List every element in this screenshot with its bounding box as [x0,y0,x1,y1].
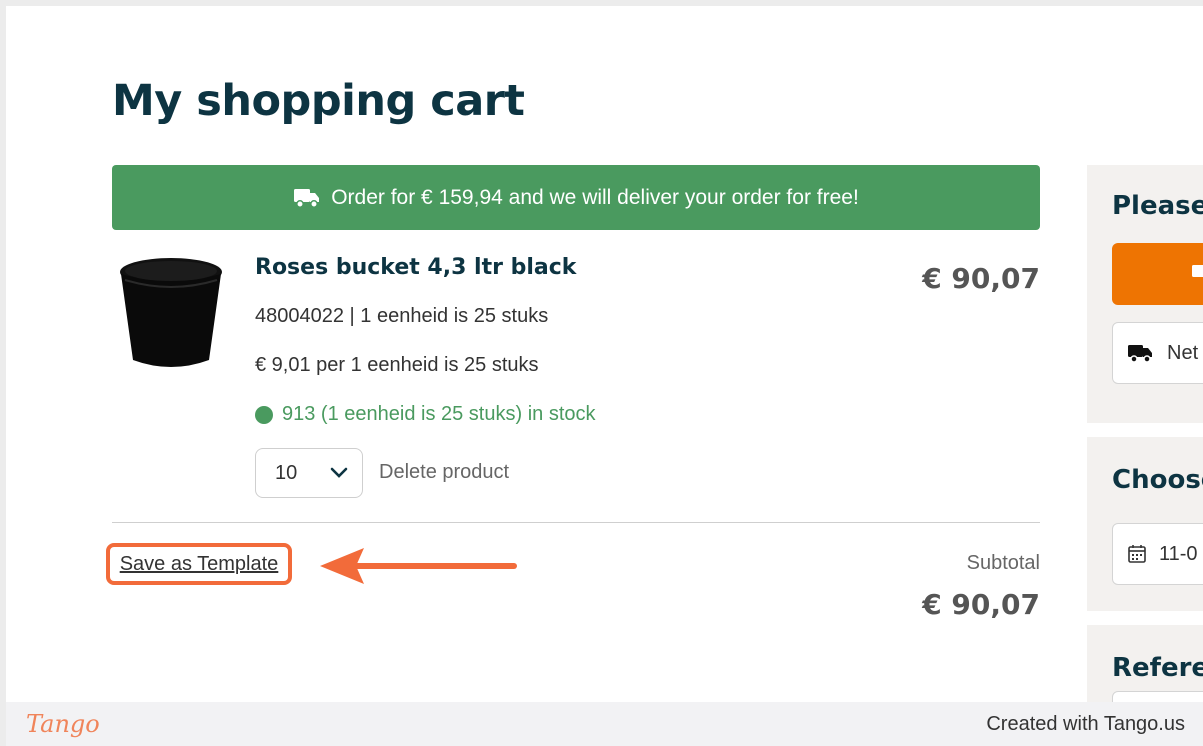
banner-text: Order for € 159,94 and we will deliver y… [331,185,859,209]
date-panel: Choose 11-0 [1087,437,1203,611]
page-title: My shopping cart [112,76,525,126]
stock-dot-icon [255,405,273,424]
truck-icon [294,188,320,208]
quantity-select[interactable]: 10 [255,448,363,498]
truck-icon [1128,345,1152,363]
delivery-panel-heading: Please [1112,191,1203,221]
product-unit-price: € 9,01 per 1 eenheid is 25 stuks [255,354,539,376]
stock-status: 913 (1 eenheid is 25 stuks) in stock [255,403,596,426]
browser-viewport: My shopping cart Order for € 159,94 and … [6,6,1203,702]
delivery-method-text: Net [1167,341,1199,364]
footer-credit: Created with Tango.us [986,712,1185,735]
stock-text: 913 (1 eenheid is 25 stuks) in stock [282,403,596,425]
arrow-pointer-icon [320,548,517,584]
delivery-date-value: 11-0 [1159,542,1198,565]
product-name[interactable]: Roses bucket 4,3 ltr black [255,255,576,280]
tango-footer: Tango Created with Tango.us [6,702,1203,746]
delivery-date-input[interactable]: 11-0 [1112,523,1203,585]
save-as-template-link[interactable]: Save as Template [106,543,292,585]
subtotal-label: Subtotal [966,552,1040,574]
free-delivery-banner: Order for € 159,94 and we will deliver y… [112,165,1040,230]
subtotal-value: € 90,07 [922,588,1040,621]
product-sku: 48004022 | 1 eenheid is 25 stuks [255,305,549,327]
delivery-method-option[interactable]: Net [1112,322,1203,384]
product-price: € 90,07 [922,262,1040,295]
save-as-template-label: Save as Template [119,552,279,575]
calendar-icon [1128,545,1146,563]
delivery-panel: Please Net [1087,165,1203,423]
chevron-down-icon [330,467,348,478]
truck-icon [1192,265,1203,277]
quantity-value: 10 [275,461,298,484]
reference-input[interactable] [1112,691,1203,702]
date-panel-heading: Choose [1112,465,1203,495]
divider [112,522,1040,523]
tango-logo: Tango [26,710,100,738]
reference-panel-heading: Referer [1112,653,1203,683]
reference-panel: Referer [1087,625,1203,702]
delete-product-link[interactable]: Delete product [379,461,509,484]
product-image [120,258,222,367]
delivery-option-button[interactable] [1112,243,1203,305]
